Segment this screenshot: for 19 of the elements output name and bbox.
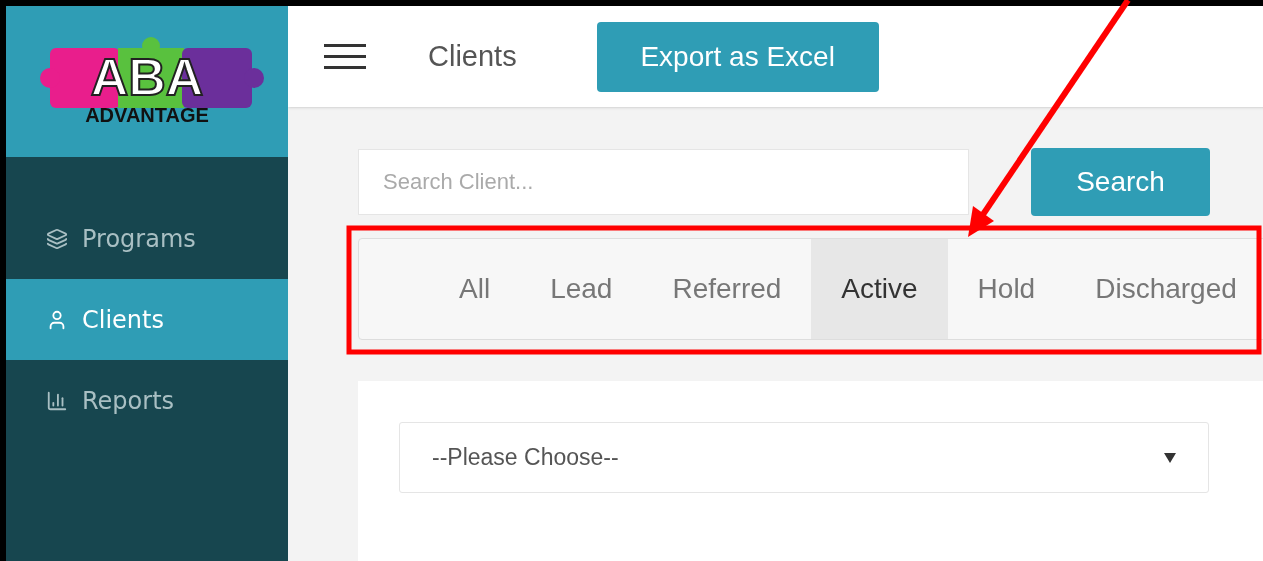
caret-icon <box>1164 452 1176 463</box>
export-button[interactable]: Export as Excel <box>596 21 879 92</box>
page-title: Clients <box>428 38 517 74</box>
tab[interactable]: Hold <box>947 239 1066 339</box>
menu-icon[interactable] <box>324 43 366 70</box>
logo-subtitle: ADVANTAGE <box>85 104 209 125</box>
layers-icon <box>46 227 68 250</box>
tab[interactable]: Lead <box>520 239 643 339</box>
sidebar-item[interactable]: Reports <box>6 360 288 441</box>
tab[interactable]: Discharged <box>1065 239 1263 339</box>
bar-chart-icon <box>46 389 68 412</box>
search-field[interactable]: Search Client... <box>358 149 969 215</box>
sidebar-item[interactable]: Programs <box>6 198 288 279</box>
search-button[interactable]: Search <box>1031 148 1210 216</box>
choose-select[interactable]: --Please Choose-- <box>399 422 1209 493</box>
tab[interactable]: Referred <box>642 239 812 339</box>
tab[interactable]: Active <box>811 239 948 339</box>
tab[interactable]: All <box>429 239 521 339</box>
sidebar-item[interactable]: Clients <box>6 279 288 360</box>
